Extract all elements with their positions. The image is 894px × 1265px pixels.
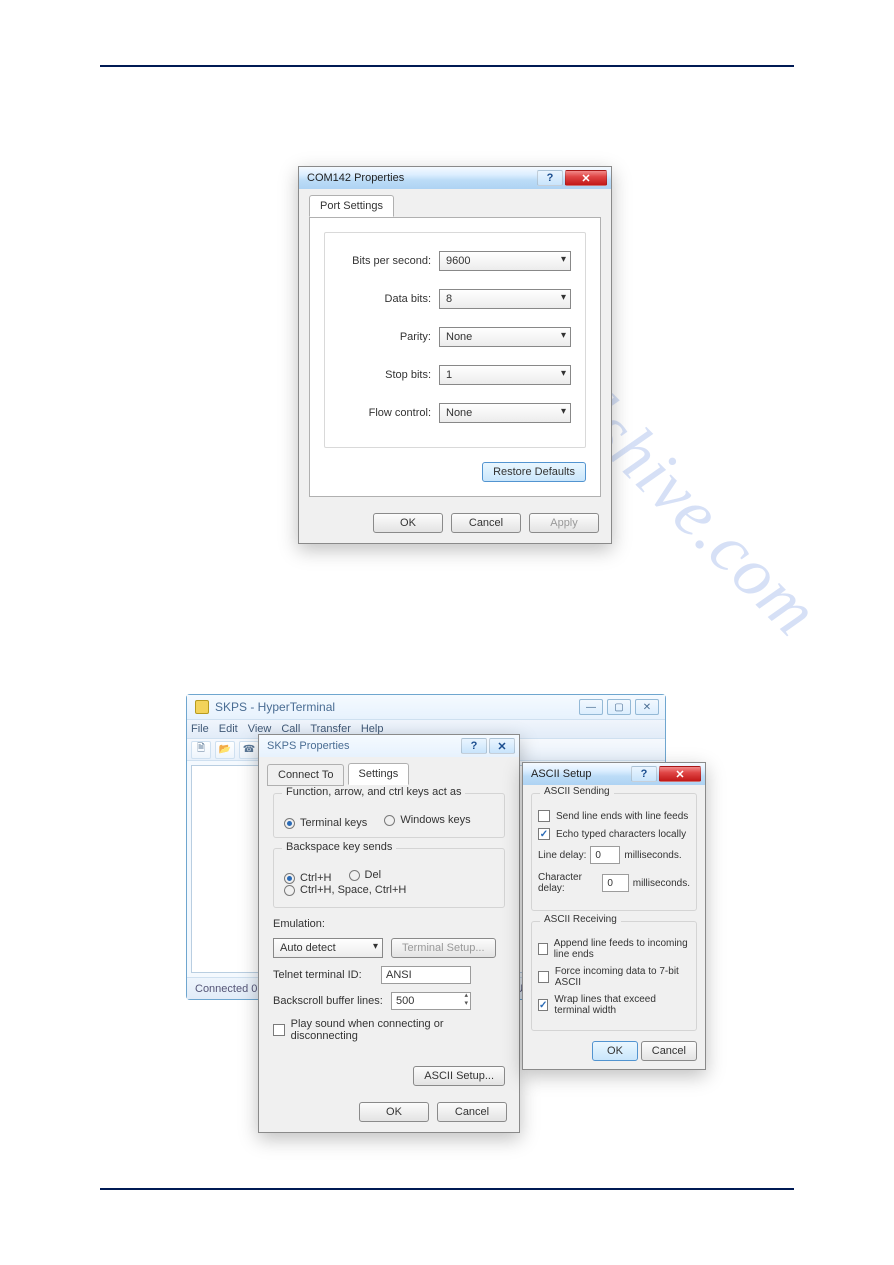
ascii-setup-dialog: ASCII Setup ? ✕ ASCII Sending Send line …: [522, 762, 706, 1070]
tab-port-settings[interactable]: Port Settings: [309, 195, 394, 217]
ascii-sending-label: ASCII Sending: [540, 786, 614, 797]
skps-title: SKPS Properties: [267, 740, 459, 752]
skps-properties-dialog: SKPS Properties ? ✕ Connect To Settings …: [258, 734, 520, 1133]
checkbox-send-lineends[interactable]: Send line ends with line feeds: [538, 810, 688, 822]
line-delay-unit: milliseconds.: [624, 850, 681, 861]
com-properties-dialog: COM142 Properties ? ✕ Port Settings Bits…: [298, 166, 612, 544]
ascii-titlebar[interactable]: ASCII Setup ? ✕: [523, 763, 705, 785]
help-icon[interactable]: ?: [537, 170, 563, 186]
com-titlebar[interactable]: COM142 Properties ? ✕: [299, 167, 611, 189]
fn-group-label: Function, arrow, and ctrl keys act as: [282, 786, 465, 798]
checkbox-play-sound[interactable]: Play sound when connecting or disconnect…: [273, 1018, 505, 1042]
radio-terminal-keys[interactable]: Terminal keys: [284, 817, 367, 829]
menu-edit[interactable]: Edit: [219, 723, 238, 735]
ok-button[interactable]: OK: [373, 513, 443, 533]
close-icon[interactable]: ✕: [489, 738, 515, 754]
cancel-button[interactable]: Cancel: [641, 1041, 697, 1061]
top-rule: [100, 65, 794, 67]
com-title: COM142 Properties: [307, 172, 535, 184]
checkbox-echo-typed[interactable]: Echo typed characters locally: [538, 828, 686, 840]
radio-del[interactable]: Del: [349, 869, 382, 881]
tab-connect-to[interactable]: Connect To: [267, 764, 344, 786]
tab-settings[interactable]: Settings: [348, 763, 410, 785]
char-delay-label: Character delay:: [538, 872, 598, 894]
dropdown-emulation[interactable]: Auto detect: [273, 938, 383, 958]
cancel-button[interactable]: Cancel: [451, 513, 521, 533]
restore-defaults-button[interactable]: Restore Defaults: [482, 462, 586, 482]
ascii-receiving-label: ASCII Receiving: [540, 914, 621, 925]
label-flow-control: Flow control:: [339, 407, 431, 419]
label-bits-per-second: Bits per second:: [339, 255, 431, 267]
close-icon[interactable]: ✕: [635, 699, 659, 715]
skps-titlebar[interactable]: SKPS Properties ? ✕: [259, 735, 519, 757]
backscroll-label: Backscroll buffer lines:: [273, 995, 383, 1007]
menu-file[interactable]: File: [191, 723, 209, 735]
line-delay-label: Line delay:: [538, 850, 586, 861]
toolbar-open-icon[interactable]: 📂: [215, 741, 235, 759]
checkbox-wrap-lines[interactable]: Wrap lines that exceed terminal width: [538, 994, 690, 1016]
char-delay-unit: milliseconds.: [633, 878, 690, 889]
toolbar-connect-icon[interactable]: ☎: [239, 741, 259, 759]
label-stop-bits: Stop bits:: [339, 369, 431, 381]
dropdown-flow-control[interactable]: None: [439, 403, 571, 423]
line-delay-field[interactable]: 0: [590, 846, 620, 864]
ascii-setup-button[interactable]: ASCII Setup...: [413, 1066, 505, 1086]
radio-ctrlh-space[interactable]: Ctrl+H, Space, Ctrl+H: [284, 884, 406, 896]
terminal-setup-button[interactable]: Terminal Setup...: [391, 938, 496, 958]
dropdown-parity[interactable]: None: [439, 327, 571, 347]
maximize-icon[interactable]: ▢: [607, 699, 631, 715]
char-delay-field[interactable]: 0: [602, 874, 628, 892]
ok-button[interactable]: OK: [359, 1102, 429, 1122]
checkbox-append-lf[interactable]: Append line feeds to incoming line ends: [538, 938, 690, 960]
cancel-button[interactable]: Cancel: [437, 1102, 507, 1122]
dropdown-bits-per-second[interactable]: 9600: [439, 251, 571, 271]
dropdown-stop-bits[interactable]: 1: [439, 365, 571, 385]
ascii-title: ASCII Setup: [531, 768, 629, 780]
bottom-rule: [100, 1188, 794, 1190]
label-data-bits: Data bits:: [339, 293, 431, 305]
checkbox-force-7bit[interactable]: Force incoming data to 7-bit ASCII: [538, 966, 690, 988]
telnet-id-field[interactable]: ANSI: [381, 966, 471, 984]
minimize-icon[interactable]: —: [579, 699, 603, 715]
close-icon[interactable]: ✕: [659, 766, 701, 782]
backscroll-spinner[interactable]: 500: [391, 992, 471, 1010]
ht-app-icon: [195, 700, 209, 714]
close-icon[interactable]: ✕: [565, 170, 607, 186]
emulation-label: Emulation:: [273, 918, 325, 930]
bk-group-label: Backspace key sends: [282, 841, 396, 853]
label-parity: Parity:: [339, 331, 431, 343]
ht-titlebar[interactable]: SKPS - HyperTerminal — ▢ ✕: [187, 695, 665, 719]
apply-button[interactable]: Apply: [529, 513, 599, 533]
dropdown-data-bits[interactable]: 8: [439, 289, 571, 309]
ht-title: SKPS - HyperTerminal: [215, 700, 575, 714]
help-icon[interactable]: ?: [461, 738, 487, 754]
toolbar-new-icon[interactable]: 🗎: [191, 741, 211, 759]
help-icon[interactable]: ?: [631, 766, 657, 782]
telnet-id-label: Telnet terminal ID:: [273, 969, 373, 981]
ok-button[interactable]: OK: [592, 1041, 638, 1061]
radio-ctrlh[interactable]: Ctrl+H: [284, 872, 331, 884]
radio-windows-keys[interactable]: Windows keys: [384, 814, 470, 826]
